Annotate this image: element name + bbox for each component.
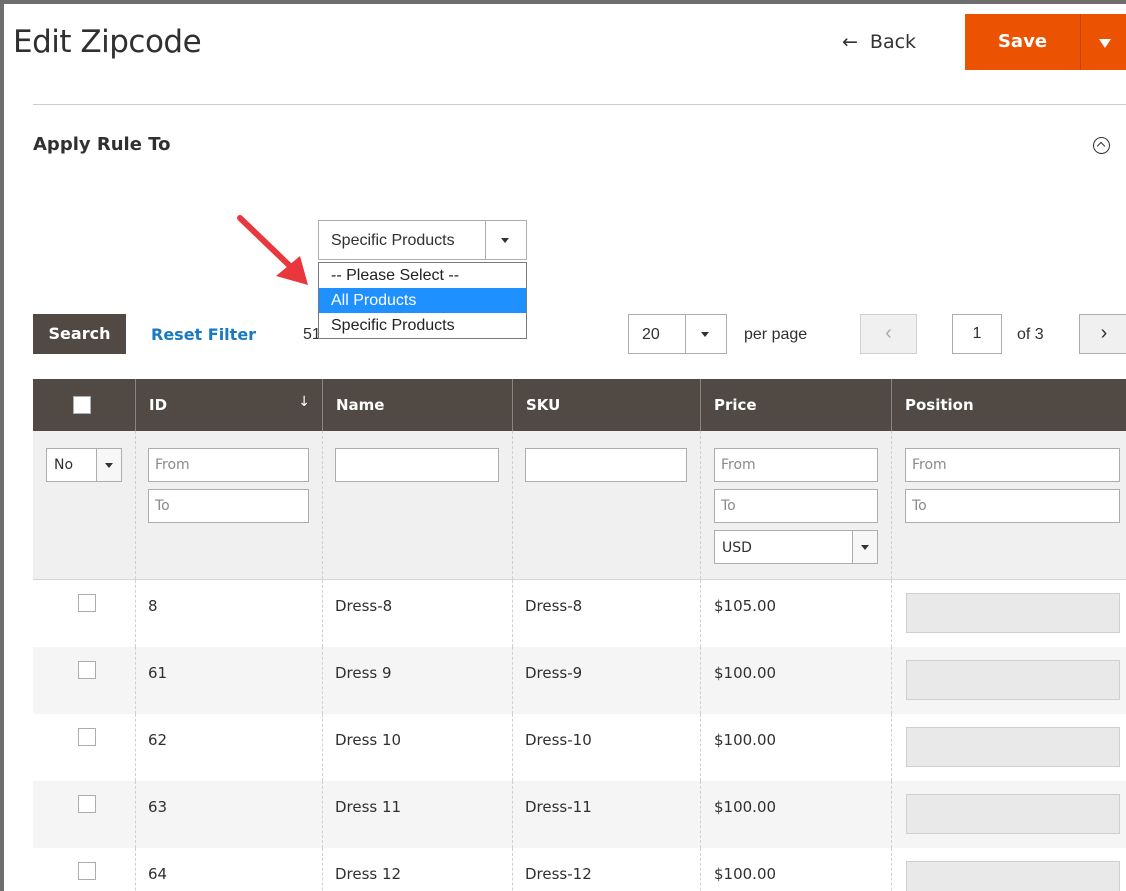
header-id[interactable]: ID ↓ <box>135 379 322 431</box>
sort-arrow-icon: ↓ <box>298 394 310 410</box>
apply-rule-dropdown: -- Please Select -- All Products Specifi… <box>318 262 527 339</box>
row-price: $100.00 <box>714 731 777 749</box>
row-checkbox[interactable] <box>78 795 96 813</box>
price-from-input[interactable]: From <box>714 448 878 482</box>
currency-value: USD <box>722 540 752 556</box>
page-title: Edit Zipcode <box>13 24 202 60</box>
id-to-input[interactable]: To <box>148 489 309 523</box>
row-price: $100.00 <box>714 664 777 682</box>
row-price: $100.00 <box>714 798 777 816</box>
header-name[interactable]: Name <box>322 379 512 431</box>
per-page-label: per page <box>744 326 808 343</box>
row-position-input[interactable] <box>906 794 1120 834</box>
header-id-label: ID <box>149 396 168 414</box>
chevron-down-icon <box>96 449 121 481</box>
search-button[interactable]: Search <box>33 314 126 354</box>
reset-filter-link[interactable]: Reset Filter <box>151 325 256 344</box>
row-sku: Dress-8 <box>525 597 583 615</box>
save-options-toggle[interactable] <box>1080 14 1126 70</box>
table-row[interactable]: 61 Dress 9 Dress-9 $100.00 <box>33 647 1126 714</box>
collapse-icon[interactable] <box>1093 137 1110 154</box>
in-products-filter-select[interactable]: No <box>46 448 122 482</box>
id-from-input[interactable]: From <box>148 448 309 482</box>
page: Edit Zipcode ← Back Save Apply Rule To Sp… <box>4 4 1126 891</box>
table-row[interactable]: 64 Dress 12 Dress-12 $100.00 <box>33 848 1126 891</box>
row-checkbox[interactable] <box>78 594 96 612</box>
per-page-select[interactable]: 20 <box>628 314 727 354</box>
chevron-down-icon <box>852 531 877 563</box>
row-name: Dress 12 <box>335 865 402 883</box>
row-position-input[interactable] <box>906 593 1120 633</box>
back-label: Back <box>869 31 917 53</box>
position-to-input[interactable]: To <box>905 489 1120 523</box>
column-separator <box>322 431 323 579</box>
row-sku: Dress-9 <box>525 664 583 682</box>
header-sku[interactable]: SKU <box>512 379 700 431</box>
row-price: $105.00 <box>714 597 777 615</box>
products-grid: ID ↓ Name SKU Price Position No From To … <box>33 379 1126 891</box>
row-position-input[interactable] <box>906 861 1120 891</box>
row-name: Dress 11 <box>335 798 402 816</box>
save-button[interactable]: Save <box>965 14 1080 70</box>
header-price[interactable]: Price <box>700 379 891 431</box>
row-name: Dress 10 <box>335 731 402 749</box>
option-specific-products[interactable]: Specific Products <box>319 313 526 338</box>
row-position-input[interactable] <box>906 660 1120 700</box>
save-button-group: Save <box>965 14 1126 70</box>
divider <box>33 104 1126 105</box>
select-all-checkbox[interactable] <box>73 396 91 414</box>
caret-down-icon <box>1099 39 1111 48</box>
price-to-input[interactable]: To <box>714 489 878 523</box>
back-button[interactable]: ← Back <box>842 31 916 53</box>
apply-rule-value: Specific Products <box>331 232 455 249</box>
row-name: Dress-8 <box>335 597 393 615</box>
column-separator <box>512 431 513 579</box>
in-products-filter-value: No <box>54 457 74 473</box>
grid-header: ID ↓ Name SKU Price Position <box>33 379 1126 431</box>
row-sku: Dress-10 <box>525 731 592 749</box>
row-position-input[interactable] <box>906 727 1120 767</box>
annotation-arrow-icon <box>237 215 308 285</box>
row-id: 8 <box>148 597 158 615</box>
section-title: Apply Rule To <box>33 134 171 155</box>
row-checkbox[interactable] <box>78 661 96 679</box>
position-from-input[interactable]: From <box>905 448 1120 482</box>
sku-filter-input[interactable] <box>525 448 687 482</box>
per-page-value: 20 <box>642 326 660 343</box>
next-page-button[interactable]: › <box>1079 314 1126 354</box>
row-id: 62 <box>148 731 168 749</box>
chevron-down-icon <box>685 315 726 353</box>
option-all-products[interactable]: All Products <box>319 288 526 313</box>
column-separator <box>891 431 892 579</box>
table-row[interactable]: 63 Dress 11 Dress-11 $100.00 <box>33 781 1126 848</box>
row-name: Dress 9 <box>335 664 392 682</box>
row-id: 64 <box>148 865 168 883</box>
header-select-cell <box>33 379 135 431</box>
column-separator <box>700 431 701 579</box>
row-checkbox[interactable] <box>78 728 96 746</box>
page-count-label: of 3 <box>1017 326 1044 343</box>
chevron-down-icon <box>485 221 526 259</box>
row-price: $100.00 <box>714 865 777 883</box>
row-sku: Dress-12 <box>525 865 592 883</box>
row-id: 63 <box>148 798 168 816</box>
row-id: 61 <box>148 664 168 682</box>
filter-row: No From To From To USD From To <box>33 431 1126 580</box>
previous-page-button[interactable]: ‹ <box>860 314 917 354</box>
arrow-left-icon: ← <box>842 31 858 53</box>
option-please-select[interactable]: -- Please Select -- <box>319 263 526 288</box>
name-filter-input[interactable] <box>335 448 499 482</box>
currency-select[interactable]: USD <box>714 530 878 564</box>
column-separator <box>135 431 136 579</box>
row-sku: Dress-11 <box>525 798 592 816</box>
row-checkbox[interactable] <box>78 862 96 880</box>
header-position[interactable]: Position <box>891 379 1126 431</box>
table-row[interactable]: 8 Dress-8 Dress-8 $105.00 <box>33 580 1126 647</box>
page-number-input[interactable] <box>952 314 1002 354</box>
apply-rule-select[interactable]: Specific Products <box>318 220 527 260</box>
table-row[interactable]: 62 Dress 10 Dress-10 $100.00 <box>33 714 1126 781</box>
